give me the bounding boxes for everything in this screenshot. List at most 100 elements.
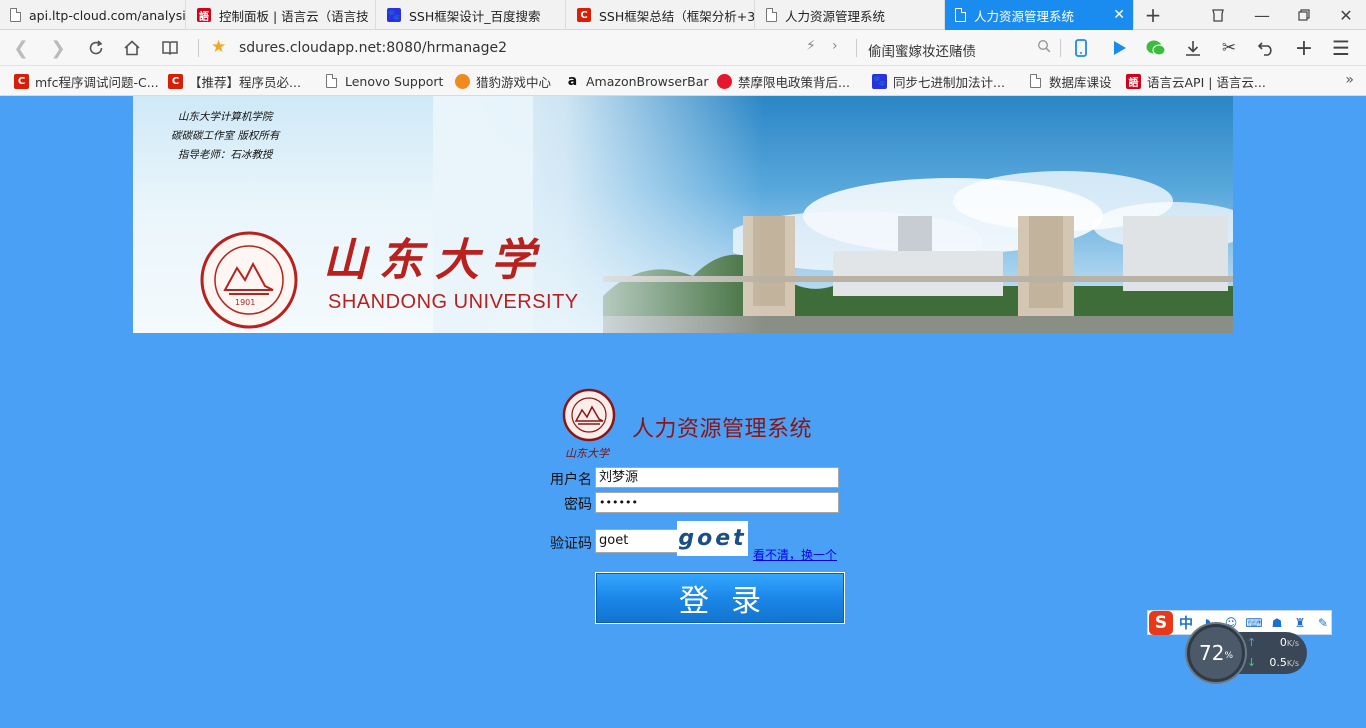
tab-2[interactable]: 🐾 SSH框架设计_百度搜索 [377, 0, 566, 30]
sogou-icon[interactable]: S [1149, 610, 1173, 635]
bookmark-item[interactable]: Lenovo Support [326, 73, 443, 89]
undo-icon[interactable] [1254, 36, 1278, 60]
bookmark-item[interactable]: C 【推荐】程序员必... [168, 73, 301, 90]
download-row: ↓ [1247, 656, 1256, 669]
tab-label: 控制面板 | 语言云（语言技 [219, 8, 369, 24]
university-banner: 山东大学计算机学院 碳碳碳工作室 版权所有 指导老师：石冰教授 1901 山东大… [133, 96, 1233, 333]
reading-mode-button[interactable] [157, 35, 183, 61]
tab-label: 人力资源管理系统 [785, 8, 886, 24]
bookmark-label: 禁摩限电政策背后... [738, 74, 850, 90]
page-icon [1030, 74, 1041, 88]
bookmark-item[interactable]: 禁摩限电政策背后... [717, 73, 850, 90]
back-button[interactable]: ❮ [8, 35, 34, 61]
captcha-input[interactable]: goet [595, 529, 678, 553]
restore-button[interactable] [1284, 0, 1324, 30]
page-icon [955, 8, 966, 22]
refresh-captcha-link[interactable]: 看不清，换一个 [753, 546, 837, 563]
password-input[interactable]: •••••• [595, 492, 839, 513]
wechat-icon[interactable] [1144, 36, 1168, 60]
url-field[interactable]: sdures.cloudapp.net:8080/hrmanage2 [239, 40, 507, 56]
school-name-cn: 山东大学 [323, 235, 547, 286]
skin-icon[interactable] [1198, 0, 1238, 30]
login-seal-icon [562, 388, 616, 446]
divider [198, 39, 199, 57]
baidu-icon: 🐾 [387, 8, 401, 22]
tab-1[interactable]: 語 控制面板 | 语言云（语言技 [187, 0, 376, 30]
captcha-label: 验证码 [550, 536, 592, 552]
bookmark-item[interactable]: 語 语言云API | 语言云... [1126, 73, 1266, 90]
csdn-icon: C [168, 73, 183, 89]
logo-signature: 山东大学 [565, 447, 609, 460]
memory-percent: 72 [1198, 641, 1225, 665]
search-icon[interactable] [1037, 39, 1051, 57]
new-tab-button[interactable]: + [1133, 0, 1173, 30]
bookmark-item[interactable]: 数据库课设 [1030, 73, 1112, 90]
add-icon[interactable]: + [1292, 36, 1316, 61]
tab-label: SSH框架设计_百度搜索 [409, 8, 541, 24]
forward-button[interactable]: ❯ [45, 35, 71, 61]
bookmark-label: 同步七进制加法计... [893, 74, 1005, 90]
university-seal-icon: 1901 [199, 230, 299, 333]
tab-0[interactable]: api.ltp-cloud.com/analysi [0, 0, 186, 30]
upload-row: ↑ [1247, 636, 1256, 649]
credit-line: 山东大学计算机学院 [177, 111, 273, 123]
home-button[interactable] [119, 35, 145, 61]
csdn-icon: C [577, 8, 591, 22]
bookmark-star-icon[interactable]: ★ [211, 37, 226, 57]
bookmark-item[interactable]: C mfc程序调试问题-C... [14, 73, 159, 90]
close-window-button[interactable]: ✕ [1326, 0, 1366, 30]
yuyanyun-icon: 語 [197, 8, 211, 23]
page-icon [10, 8, 21, 22]
credit-line: 指导老师：石冰教授 [177, 149, 273, 161]
bolt-icon[interactable]: ⚡ [806, 38, 816, 54]
bookmark-label: 【推荐】程序员必... [189, 74, 301, 90]
tab-5-active[interactable]: 人力资源管理系统 ✕ [945, 0, 1134, 30]
tab-3[interactable]: C SSH框架总结（框架分析+3 [567, 0, 755, 30]
bookmark-item[interactable]: a AmazonBrowserBar [565, 73, 709, 89]
tab-4[interactable]: 人力资源管理系统 [756, 0, 945, 30]
system-title: 人力资源管理系统 [632, 417, 813, 442]
chevron-right-icon[interactable]: › [832, 38, 838, 54]
username-input[interactable]: 刘梦源 [595, 467, 839, 488]
percent-unit: % [1224, 651, 1233, 661]
more-bookmarks-icon[interactable]: » [1345, 72, 1354, 88]
tab-label: 人力资源管理系统 [974, 8, 1075, 24]
memory-percent-gauge[interactable]: 72% [1187, 624, 1245, 682]
seal-year: 1901 [235, 298, 256, 307]
bookmark-item[interactable]: 猎豹游戏中心 [455, 73, 552, 90]
weibo-icon [717, 73, 732, 89]
phone-icon[interactable] [1069, 36, 1093, 60]
download-arrow-icon: ↓ [1247, 656, 1257, 669]
amazon-icon: a [567, 73, 578, 89]
menu-icon[interactable]: ☰ [1329, 36, 1353, 60]
yuyanyun-icon: 語 [1126, 73, 1141, 89]
network-speed-widget[interactable]: ↑ 0K/s ↓ 0.5K/s 72% [1187, 624, 1307, 682]
close-tab-icon[interactable]: ✕ [1113, 7, 1125, 23]
credit-line: 碳碳碳工作室 版权所有 [171, 130, 280, 142]
bookmark-label: 猎豹游戏中心 [476, 74, 552, 90]
login-button[interactable]: 登录 [595, 572, 845, 624]
banner-credits: 山东大学计算机学院 碳碳碳工作室 版权所有 指导老师：石冰教授 [171, 108, 279, 165]
bookmark-label: 语言云API | 语言云... [1147, 74, 1266, 90]
upload-speed: 0K/s [1279, 636, 1299, 649]
baidu-icon: 🐾 [872, 73, 887, 89]
cheetah-icon [455, 73, 470, 89]
bookmark-label: 数据库课设 [1049, 74, 1112, 90]
video-play-icon[interactable] [1107, 36, 1131, 60]
bookmark-label: Lenovo Support [345, 73, 444, 89]
minimize-button[interactable]: — [1242, 0, 1282, 30]
download-icon[interactable] [1181, 36, 1205, 60]
captcha-image-text: goet [678, 526, 747, 551]
scissors-icon[interactable]: ✂ [1217, 36, 1241, 60]
wrench-icon[interactable]: ✎ [1315, 615, 1331, 631]
reload-button[interactable] [83, 35, 109, 61]
bookmark-item[interactable]: 🐾 同步七进制加法计... [872, 73, 1005, 90]
search-input[interactable]: 偷闺蜜嫁妆还赌债 [868, 40, 976, 60]
tab-label: api.ltp-cloud.com/analysi [29, 7, 185, 23]
page-icon [326, 74, 337, 88]
bookmark-label: AmazonBrowserBar [586, 73, 709, 89]
bookmark-bar: C mfc程序调试问题-C... C 【推荐】程序员必... Lenovo Su… [0, 66, 1366, 96]
captcha-image[interactable]: goet [677, 521, 748, 556]
upload-arrow-icon: ↑ [1247, 636, 1257, 649]
divider [856, 39, 857, 57]
